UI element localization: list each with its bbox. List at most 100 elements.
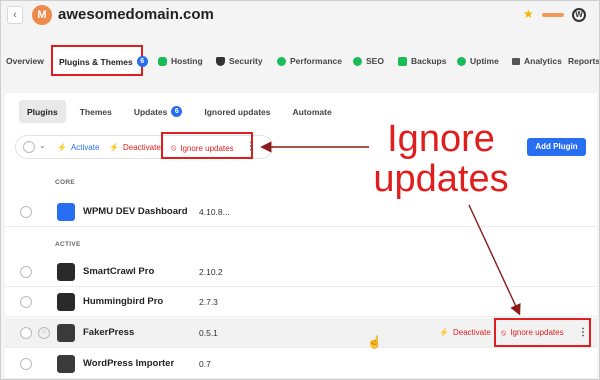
row-checkbox[interactable] bbox=[20, 266, 32, 278]
row-checkbox[interactable] bbox=[20, 358, 32, 370]
bell-off-icon: ⦸ bbox=[171, 143, 177, 152]
nav-label: Backups bbox=[411, 56, 447, 66]
star-outline-icon[interactable]: ☆ bbox=[38, 327, 50, 339]
row-checkbox[interactable] bbox=[20, 296, 32, 308]
row-ignore-updates-button[interactable]: ⦸ Ignore updates bbox=[501, 328, 564, 338]
plugin-version: 2.7.3 bbox=[199, 297, 218, 307]
screenshot-frame: ‹ M awesomedomain.com ★ W Overview Plugi… bbox=[0, 0, 600, 380]
shield-icon bbox=[216, 56, 225, 66]
nav-item-plugins-themes[interactable]: Plugins & Themes 6 bbox=[59, 56, 148, 67]
bulk-activate-label: Activate bbox=[70, 143, 100, 152]
tab-label: Ignored updates bbox=[204, 106, 271, 117]
backup-icon bbox=[398, 56, 407, 66]
updates-badge: 6 bbox=[171, 106, 183, 117]
row-checkbox[interactable] bbox=[20, 327, 32, 339]
unplug-icon: ⚡ bbox=[109, 143, 119, 152]
row-more-actions-icon[interactable]: ⋮ bbox=[578, 327, 588, 338]
plug-icon: ⚡ bbox=[57, 143, 67, 152]
tab-ignored-updates[interactable]: Ignored updates bbox=[196, 100, 278, 123]
cloud-icon bbox=[158, 56, 167, 66]
more-actions-icon[interactable]: ⋮ bbox=[246, 141, 256, 152]
annotation-line-2: updates bbox=[373, 158, 509, 200]
row-deactivate-label: Deactivate bbox=[452, 328, 491, 337]
bulk-deactivate-button[interactable]: ⚡ Deactivate bbox=[109, 143, 161, 152]
main-nav: Overview Plugins & Themes 6 Hosting Secu… bbox=[1, 31, 599, 93]
nav-label: Reports bbox=[568, 56, 600, 66]
section-active: ACTIVE bbox=[55, 241, 81, 248]
bulk-ignore-updates-button[interactable]: ⦸ Ignore updates bbox=[171, 143, 234, 153]
nav-item-uptime[interactable]: Uptime bbox=[457, 56, 499, 66]
sub-tabs: Plugins Themes Updates 6 Ignored updates… bbox=[19, 100, 340, 123]
nav-label: Uptime bbox=[470, 56, 499, 66]
nav-item-analytics[interactable]: Analytics bbox=[512, 56, 562, 66]
smartcrawl-icon bbox=[57, 263, 75, 281]
nav-item-seo[interactable]: SEO bbox=[353, 56, 384, 66]
nav-item-reports[interactable]: Reports bbox=[568, 56, 600, 66]
nav-label: SEO bbox=[366, 56, 384, 66]
plugin-row[interactable]: WPMU DEV Dashboard 4.10.8... bbox=[5, 197, 597, 227]
annotation-text: Ignore updates bbox=[371, 119, 511, 199]
tab-label: Themes bbox=[79, 106, 112, 117]
plugin-version: 2.10.2 bbox=[199, 267, 223, 277]
plugin-name: WordPress Importer bbox=[83, 358, 175, 369]
nav-item-security[interactable]: Security bbox=[216, 56, 263, 66]
site-domain: awesomedomain.com bbox=[58, 6, 214, 23]
bell-off-icon: ⦸ bbox=[501, 328, 507, 337]
nav-item-performance[interactable]: Performance bbox=[277, 56, 342, 66]
wordpress-icon[interactable]: W bbox=[572, 8, 586, 22]
nav-label: Hosting bbox=[171, 56, 203, 66]
nav-item-overview[interactable]: Overview bbox=[6, 56, 44, 66]
updates-count-badge: 6 bbox=[136, 56, 148, 67]
seo-icon bbox=[353, 56, 362, 66]
gauge-icon bbox=[277, 56, 286, 66]
mouse-cursor-icon: ☝ bbox=[367, 335, 382, 349]
bulk-activate-button[interactable]: ⚡ Activate bbox=[57, 143, 99, 152]
tab-automate[interactable]: Automate bbox=[285, 100, 340, 123]
chevron-down-icon[interactable]: ⌄ bbox=[39, 141, 46, 150]
row-checkbox[interactable] bbox=[20, 206, 32, 218]
wpmudev-icon bbox=[57, 203, 75, 221]
plugin-version: 4.10.8... bbox=[199, 207, 230, 217]
plugin-version: 0.5.1 bbox=[199, 328, 218, 338]
plugin-name: WPMU DEV Dashboard bbox=[83, 206, 188, 217]
tab-plugins[interactable]: Plugins bbox=[19, 100, 66, 123]
tab-themes[interactable]: Themes bbox=[72, 100, 120, 123]
row-deactivate-button[interactable]: ⚡ Deactivate bbox=[439, 328, 491, 337]
bulk-ignore-label: Ignore updates bbox=[180, 143, 234, 153]
analytics-icon bbox=[512, 57, 520, 65]
site-avatar: M bbox=[32, 5, 52, 25]
top-bar: ‹ M awesomedomain.com ★ W bbox=[1, 1, 599, 31]
tab-label: Updates bbox=[133, 106, 168, 117]
nav-label: Security bbox=[229, 56, 263, 66]
plug-icon bbox=[57, 324, 75, 342]
nav-label: Overview bbox=[6, 56, 44, 66]
star-icon[interactable]: ★ bbox=[523, 7, 534, 21]
bulk-deactivate-label: Deactivate bbox=[122, 143, 161, 152]
nav-item-backups[interactable]: Backups bbox=[398, 56, 446, 66]
unplug-icon: ⚡ bbox=[439, 328, 449, 337]
hummingbird-icon bbox=[57, 293, 75, 311]
nav-label: Performance bbox=[290, 56, 342, 66]
plugin-name: SmartCrawl Pro bbox=[83, 266, 155, 277]
annotation-line-1: Ignore bbox=[387, 118, 495, 160]
uptime-icon bbox=[457, 56, 466, 66]
add-plugin-button[interactable]: Add Plugin bbox=[527, 138, 586, 156]
status-bar-icon bbox=[542, 13, 564, 17]
tab-label: Automate bbox=[292, 106, 332, 117]
plug-icon bbox=[57, 355, 75, 373]
plugin-name: FakerPress bbox=[83, 327, 135, 338]
section-core: CORE bbox=[55, 179, 75, 186]
back-button[interactable]: ‹ bbox=[7, 6, 23, 24]
plugin-row[interactable]: Hummingbird Pro 2.7.3 bbox=[5, 287, 597, 317]
plugin-row[interactable]: WordPress Importer 0.7 bbox=[5, 349, 597, 379]
tab-label: Plugins bbox=[27, 106, 58, 117]
select-all-checkbox[interactable] bbox=[23, 141, 35, 153]
nav-item-hosting[interactable]: Hosting bbox=[158, 56, 203, 66]
row-ignore-label: Ignore updates bbox=[510, 328, 564, 337]
plugin-row[interactable]: SmartCrawl Pro 2.10.2 bbox=[5, 257, 597, 287]
nav-label: Analytics bbox=[524, 56, 562, 66]
plugin-version: 0.7 bbox=[199, 359, 211, 369]
plugin-name: Hummingbird Pro bbox=[83, 296, 164, 307]
nav-label: Plugins & Themes bbox=[59, 56, 133, 67]
tab-updates[interactable]: Updates 6 bbox=[126, 100, 191, 123]
